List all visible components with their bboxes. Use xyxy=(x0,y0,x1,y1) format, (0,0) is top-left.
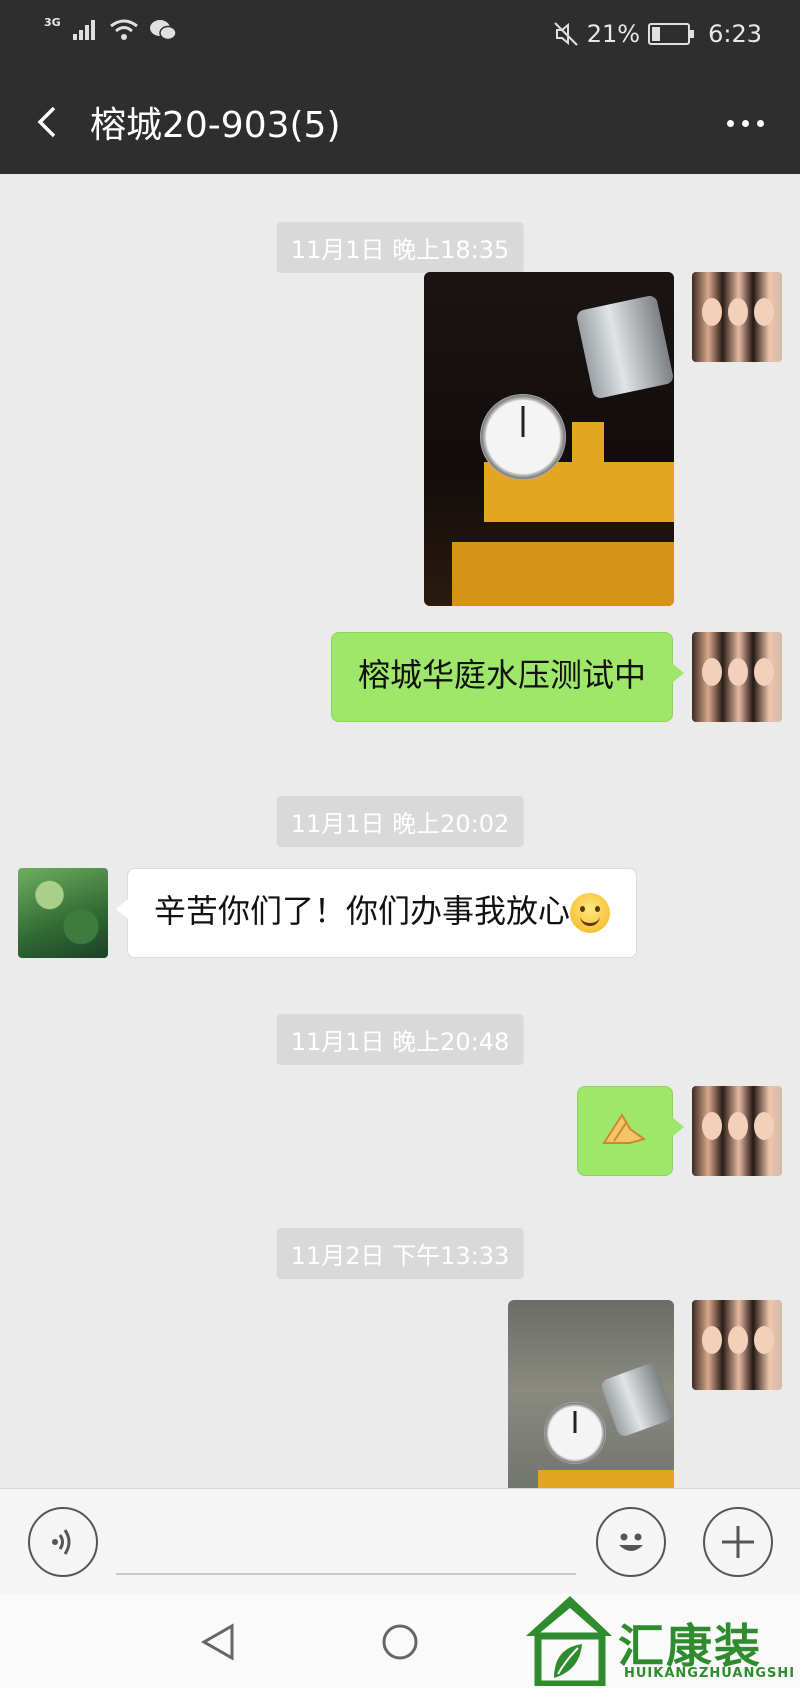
emoji-icon xyxy=(619,1533,643,1551)
clasped-hands-emoji-icon xyxy=(602,1113,647,1144)
wechat-icon xyxy=(149,20,177,41)
avatar-self[interactable] xyxy=(692,1300,782,1390)
message-bubble-other[interactable]: 辛苦你们了！你们办事我放心 xyxy=(115,868,638,958)
avatar-self[interactable] xyxy=(692,272,782,362)
avatar-self[interactable] xyxy=(692,1086,782,1176)
input-bar xyxy=(0,1488,800,1594)
smile-emoji-icon xyxy=(570,893,611,933)
image-message-pressure-test[interactable] xyxy=(508,1300,674,1488)
message-input[interactable] xyxy=(116,1573,576,1575)
image-message-pressure-test[interactable] xyxy=(424,272,674,606)
back-icon xyxy=(37,106,56,138)
company-logo: 汇康装饰 HUIKANGZHUANGSHI xyxy=(520,1590,800,1688)
mute-icon xyxy=(554,22,578,46)
voice-button[interactable] xyxy=(28,1507,98,1577)
message-bubble-self[interactable] xyxy=(577,1086,684,1176)
timestamp: 11月2日 下午13:33 xyxy=(276,1228,524,1279)
battery-percent: 21% xyxy=(586,20,641,48)
nav-back-icon xyxy=(200,1623,234,1661)
timestamp: 11月1日 晚上20:02 xyxy=(276,796,524,847)
chat-header: 榕城20-903(5) xyxy=(0,72,800,174)
house-leaf-logo-icon xyxy=(526,1596,612,1686)
nav-back-button[interactable] xyxy=(192,1614,248,1670)
chat-area[interactable]: 11月1日 晚上18:35 榕城华庭水压测试中 11月1日 晚上20:02 辛苦… xyxy=(0,174,800,1488)
timestamp: 11月1日 晚上20:48 xyxy=(276,1014,524,1065)
signal-icon xyxy=(72,20,95,40)
status-bar: 3G 21% 6:23 xyxy=(0,0,800,72)
more-icon[interactable] xyxy=(710,96,780,150)
plus-icon xyxy=(722,1526,754,1558)
timestamp: 11月1日 晚上18:35 xyxy=(276,222,524,273)
back-button[interactable] xyxy=(24,94,80,150)
network-type: 3G xyxy=(44,15,61,29)
message-text: 辛苦你们了！你们办事我放心 xyxy=(154,892,571,930)
voice-icon xyxy=(52,1529,71,1555)
clock: 6:23 xyxy=(708,20,762,48)
avatar-other[interactable] xyxy=(18,868,108,958)
nav-home-icon xyxy=(382,1624,418,1660)
logo-subtext: HUIKANGZHUANGSHI xyxy=(624,1666,796,1681)
plus-button[interactable] xyxy=(703,1507,773,1577)
avatar-self[interactable] xyxy=(692,632,782,722)
nav-home-button[interactable] xyxy=(372,1614,428,1670)
chat-title: 榕城20-903(5) xyxy=(90,105,341,146)
wifi-icon xyxy=(109,19,138,40)
emoji-button[interactable] xyxy=(596,1507,666,1577)
battery-icon xyxy=(648,23,695,45)
message-bubble-self[interactable]: 榕城华庭水压测试中 xyxy=(330,632,685,722)
